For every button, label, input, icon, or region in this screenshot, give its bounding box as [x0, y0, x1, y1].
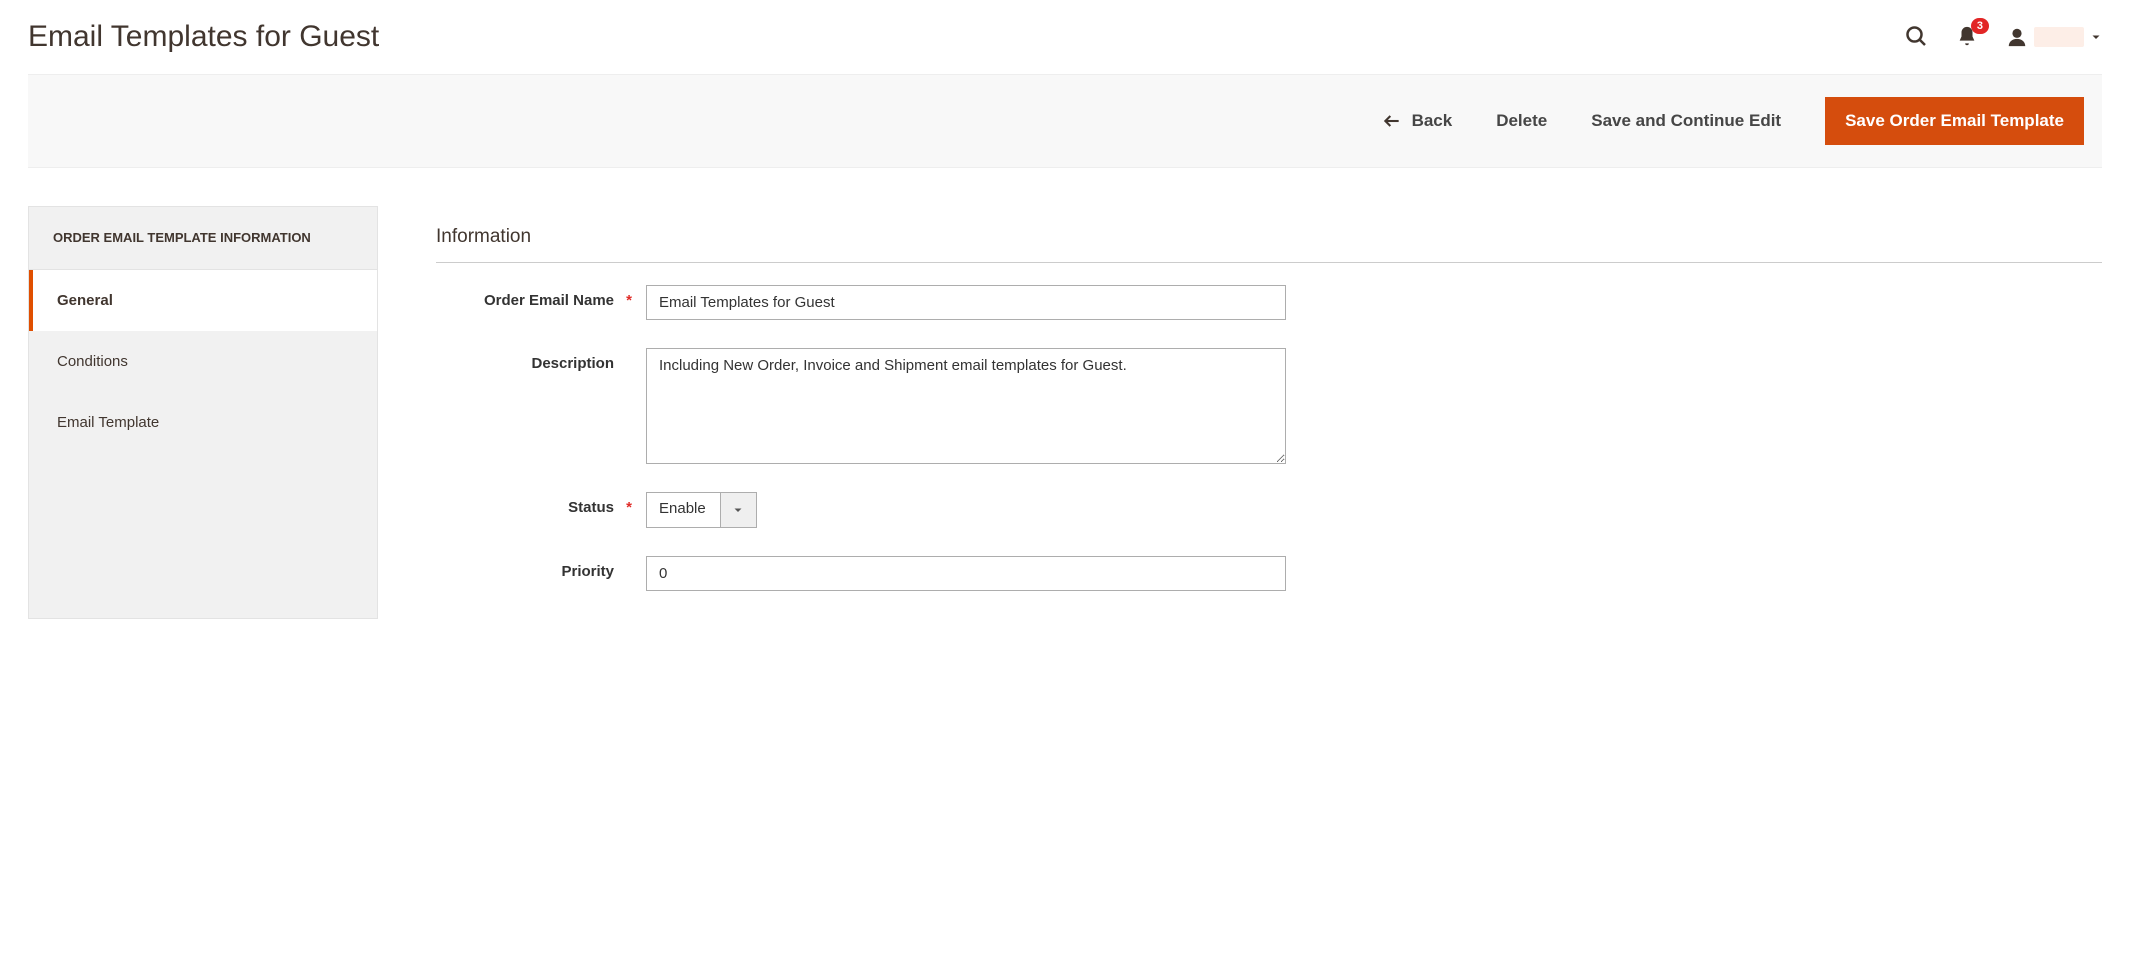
arrow-left-icon	[1382, 111, 1402, 131]
page-title: Email Templates for Guest	[28, 20, 379, 54]
user-menu[interactable]	[2006, 26, 2102, 48]
save-continue-label: Save and Continue Edit	[1591, 111, 1781, 131]
status-select[interactable]: Enable	[646, 492, 757, 528]
tab-label: Email Template	[57, 414, 159, 431]
field-status: Status Enable	[436, 492, 2102, 528]
priority-label: Priority	[436, 556, 646, 580]
field-order-email-name: Order Email Name	[436, 285, 2102, 320]
actions-toolbar: Back Delete Save and Continue Edit Save …	[28, 74, 2102, 168]
chevron-down-icon	[720, 493, 756, 527]
side-tabs: ORDER EMAIL TEMPLATE INFORMATION General…	[28, 206, 378, 619]
save-button[interactable]: Save Order Email Template	[1825, 97, 2084, 145]
delete-label: Delete	[1496, 111, 1547, 131]
priority-input[interactable]	[646, 556, 1286, 591]
header-tools: 3	[1904, 24, 2102, 51]
tab-label: Conditions	[57, 353, 128, 370]
description-label: Description	[436, 348, 646, 372]
chevron-down-icon	[2090, 31, 2102, 43]
back-label: Back	[1412, 111, 1453, 131]
notifications-badge: 3	[1971, 18, 1989, 34]
tabs-heading: ORDER EMAIL TEMPLATE INFORMATION	[29, 207, 377, 270]
tab-general[interactable]: General	[29, 270, 377, 331]
notifications-icon[interactable]: 3	[1956, 25, 1978, 50]
status-value: Enable	[647, 493, 720, 527]
field-priority: Priority	[436, 556, 2102, 591]
tab-email-template[interactable]: Email Template	[29, 392, 377, 453]
order-email-name-input[interactable]	[646, 285, 1286, 320]
order-email-name-label: Order Email Name	[436, 285, 646, 309]
tab-label: General	[57, 292, 113, 309]
field-description: Description Including New Order, Invoice…	[436, 348, 2102, 464]
save-continue-button[interactable]: Save and Continue Edit	[1591, 111, 1781, 131]
delete-button[interactable]: Delete	[1496, 111, 1547, 131]
user-icon	[2006, 26, 2028, 48]
page-header: Email Templates for Guest 3	[28, 20, 2102, 74]
user-name	[2034, 27, 2084, 47]
tab-conditions[interactable]: Conditions	[29, 331, 377, 392]
back-button[interactable]: Back	[1382, 111, 1453, 131]
description-input[interactable]: Including New Order, Invoice and Shipmen…	[646, 348, 1286, 464]
section-heading: Information	[436, 226, 2102, 263]
search-icon[interactable]	[1904, 24, 1928, 51]
status-label: Status	[436, 492, 646, 516]
main-panel: Information Order Email Name Description…	[436, 206, 2102, 619]
